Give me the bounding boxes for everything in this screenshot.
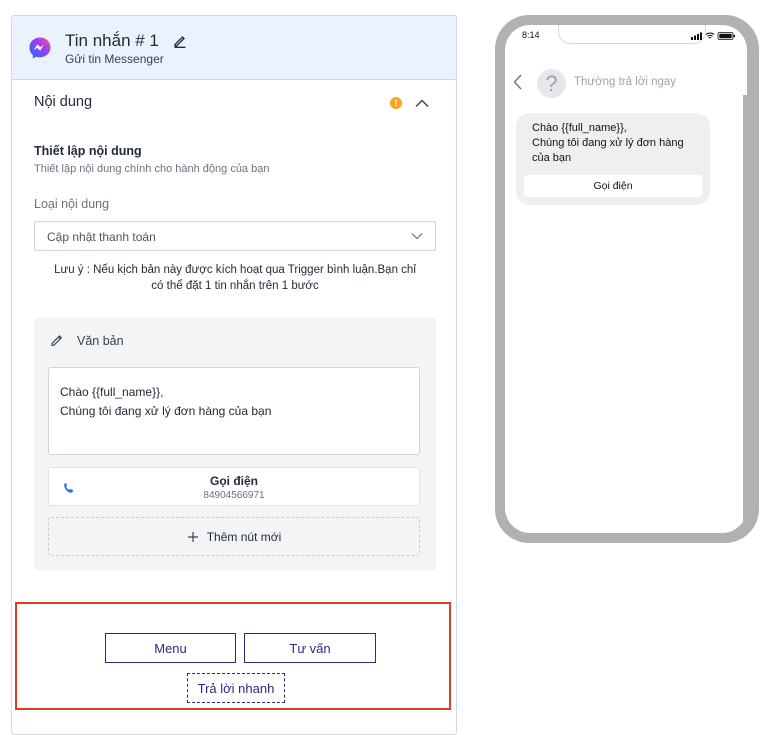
quick-buttons-highlight: Menu Tư vấn Trả lời nhanh xyxy=(15,602,451,710)
avatar: ? xyxy=(537,69,566,98)
warning-icon: ! xyxy=(390,97,402,109)
bubble-line-1: Chào {{full_name}}, xyxy=(532,122,627,134)
trigger-note-line1: Lưu ý : Nếu kịch bản này được kích hoạt … xyxy=(54,264,416,276)
text-content-block: Văn bản Chào {{full_name}}, Chúng tôi đa… xyxy=(34,318,436,570)
call-button-label: Gọi điện xyxy=(210,474,258,488)
reply-status: Thường trả lời ngay xyxy=(574,76,677,88)
chevron-down-icon xyxy=(411,233,423,240)
message-editor-panel: Tin nhắn # 1 Gửi tin Messenger Nội dung … xyxy=(11,15,457,735)
content-type-value: Cập nhật thanh toán xyxy=(47,230,156,244)
add-button[interactable]: Thêm nút mới xyxy=(48,517,420,556)
trigger-note: Lưu ý : Nếu kịch bản này được kích hoạt … xyxy=(34,262,436,294)
content-section-title: Nội dung xyxy=(34,94,93,110)
text-block-label: Văn bản xyxy=(77,334,124,348)
phone-notch xyxy=(558,25,706,44)
content-type-label: Loại nội dung xyxy=(34,197,110,211)
menu-button[interactable]: Menu xyxy=(105,633,236,663)
setup-description: Thiết lập nội dung chính cho hành động c… xyxy=(34,163,270,175)
bubble-call-button[interactable]: Gọi điện xyxy=(524,175,702,197)
phone-preview: 8:14 ? Thường trả lời ngay Chào {{full_n… xyxy=(495,15,759,543)
edit-title-icon[interactable] xyxy=(173,34,187,48)
quick-reply-button[interactable]: Trả lời nhanh xyxy=(187,673,285,703)
bubble-text: Chào {{full_name}}, Chúng tôi đang xử lý… xyxy=(532,121,700,166)
status-time: 8:14 xyxy=(522,30,540,40)
call-button[interactable]: Gọi điện 84904566971 xyxy=(48,467,420,506)
message-line-2: Chúng tôi đang xử lý đơn hàng của bạn xyxy=(60,404,272,418)
bubble-line-2: Chúng tôi đang xử lý đơn hàng xyxy=(532,137,684,149)
scrollbar[interactable] xyxy=(743,95,747,533)
chevron-up-icon[interactable] xyxy=(415,98,429,108)
status-bar-icons xyxy=(691,32,735,40)
setup-title: Thiết lập nội dung xyxy=(34,144,142,158)
tu-van-button[interactable]: Tư vấn xyxy=(244,633,376,663)
messenger-icon xyxy=(29,37,51,59)
bubble-line-3: của bạn xyxy=(532,152,572,164)
panel-header: Tin nhắn # 1 Gửi tin Messenger xyxy=(12,16,456,80)
plus-icon xyxy=(187,531,198,542)
content-type-select[interactable]: Cập nhật thanh toán xyxy=(34,221,436,251)
message-line-1: Chào {{full_name}}, xyxy=(60,385,164,399)
phone-screen: 8:14 ? Thường trả lời ngay Chào {{full_n… xyxy=(505,25,747,533)
message-bubble: Chào {{full_name}}, Chúng tôi đang xử lý… xyxy=(516,113,710,205)
message-subtitle: Gửi tin Messenger xyxy=(65,52,164,66)
back-icon[interactable] xyxy=(513,74,522,90)
add-button-label: Thêm nút mới xyxy=(206,529,282,544)
trigger-note-line2: có thể đặt 1 tin nhắn trên 1 bước xyxy=(151,280,319,292)
message-textarea[interactable]: Chào {{full_name}}, Chúng tôi đang xử lý… xyxy=(48,367,420,455)
call-button-number: 84904566971 xyxy=(203,490,265,501)
pencil-icon xyxy=(51,335,63,346)
message-title: Tin nhắn # 1 xyxy=(65,31,159,50)
